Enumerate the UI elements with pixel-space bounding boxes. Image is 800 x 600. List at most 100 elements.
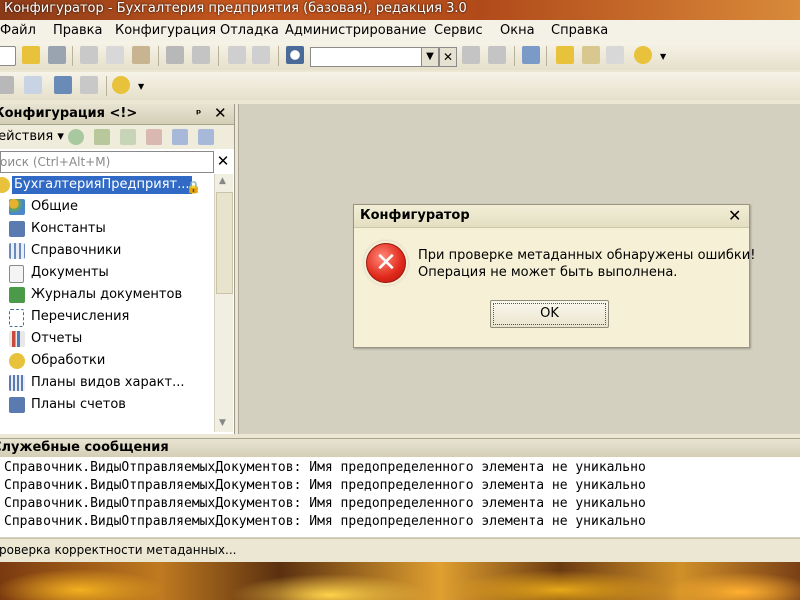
tree-item-enums[interactable]: Перечисления xyxy=(0,306,212,328)
dialog-message-line-1: При проверке метаданных обнаружены ошибк… xyxy=(418,248,756,263)
tree-item-label: Константы xyxy=(31,221,106,236)
menu-bar: Файл Правка Конфигурация Отладка Админис… xyxy=(0,20,800,42)
message-line[interactable]: Справочник.ВидыОтправляемыхДокументов: И… xyxy=(4,459,646,477)
lock-icon: 🔒 xyxy=(186,180,201,194)
dialog-title: Конфигуратор xyxy=(360,208,470,223)
search-dropdown-icon[interactable]: ▼ xyxy=(421,47,439,67)
help-search-icon[interactable] xyxy=(582,46,600,64)
menu-administration[interactable]: Администрирование xyxy=(285,23,426,38)
search-clear-icon[interactable]: ✕ xyxy=(439,47,457,67)
tree-item-label: Планы счетов xyxy=(31,397,126,412)
copy-item-icon[interactable] xyxy=(120,129,136,145)
messages-panel-header: Служебные сообщения xyxy=(0,439,800,457)
debug-dropdown-icon[interactable]: ▼ xyxy=(138,82,144,91)
tree-item-label: Общие xyxy=(31,199,78,214)
tree-root-label: БухгалтерияПредприят... xyxy=(12,176,192,194)
find-prev-icon[interactable] xyxy=(488,46,506,64)
message-line[interactable]: Справочник.ВидыОтправляемыхДокументов: И… xyxy=(4,495,646,513)
tree-scroll-thumb[interactable] xyxy=(216,192,233,294)
toolbar-overflow-icon[interactable]: ▼ xyxy=(660,52,666,61)
preview-icon[interactable] xyxy=(192,46,210,64)
constants-icon xyxy=(9,221,25,237)
config-repository-icon[interactable] xyxy=(24,76,42,94)
search-input[interactable] xyxy=(310,47,422,67)
tree-item-label: Перечисления xyxy=(31,309,130,324)
journals-icon xyxy=(9,287,25,303)
close-icon[interactable]: ✕ xyxy=(214,103,227,123)
menu-file[interactable]: Файл xyxy=(0,23,36,38)
main-toolbar: ▼ ✕ ▼ xyxy=(0,42,800,70)
menu-configuration[interactable]: Конфигурация xyxy=(115,23,216,38)
tree-item-journals[interactable]: Журналы документов xyxy=(0,284,212,306)
tree-item-documents[interactable]: Документы xyxy=(0,262,212,284)
paste-icon[interactable] xyxy=(132,46,150,64)
scroll-up-icon[interactable]: ▲ xyxy=(219,176,226,186)
menu-windows[interactable]: Окна xyxy=(500,23,535,38)
pin-icon[interactable]: ᵖ xyxy=(196,104,201,124)
tree-item-label: Отчеты xyxy=(31,331,83,346)
error-x-icon: ✕ xyxy=(366,243,406,283)
edit-icon[interactable] xyxy=(94,129,110,145)
error-dialog: Конфигуратор ✕ ✕ При проверке метаданных… xyxy=(353,204,755,348)
save-icon[interactable] xyxy=(48,46,66,64)
tree-item-constants[interactable]: Константы xyxy=(0,218,212,240)
menu-service[interactable]: Сервис xyxy=(434,23,483,38)
secondary-toolbar: ▼ xyxy=(0,72,800,100)
tree-item-reports[interactable]: Отчеты xyxy=(0,328,212,350)
copy-icon[interactable] xyxy=(106,46,124,64)
status-bar: Проверка корректности метаданных... xyxy=(0,538,800,561)
configuration-search-clear-icon[interactable]: ✕ xyxy=(214,151,232,171)
find-next-icon[interactable] xyxy=(462,46,480,64)
open-folder-icon[interactable] xyxy=(22,46,40,64)
tree-item-processors[interactable]: Обработки xyxy=(0,350,212,372)
configuration-tree: БухгалтерияПредприят... 🔒 Общие Констант… xyxy=(0,174,212,432)
find-icon[interactable] xyxy=(286,46,304,64)
print-icon[interactable] xyxy=(166,46,184,64)
tree-item-characteristics[interactable]: Планы видов характ... xyxy=(0,372,212,394)
scroll-down-icon[interactable]: ▼ xyxy=(219,418,226,428)
tree-root[interactable]: БухгалтерияПредприят... 🔒 xyxy=(0,174,212,196)
delete-icon[interactable] xyxy=(146,129,162,145)
dialog-title-bar[interactable]: Конфигуратор ✕ xyxy=(354,205,749,228)
start-debug-icon[interactable] xyxy=(112,76,130,94)
catalogs-icon xyxy=(9,243,25,259)
undo-icon[interactable] xyxy=(228,46,246,64)
enums-icon xyxy=(9,309,24,327)
processors-icon xyxy=(9,353,25,369)
new-icon[interactable] xyxy=(0,46,16,66)
redo-icon[interactable] xyxy=(252,46,270,64)
status-text: Проверка корректности метаданных... xyxy=(0,543,237,557)
menu-edit[interactable]: Правка xyxy=(53,23,102,38)
tree-item-catalogs[interactable]: Справочники xyxy=(0,240,212,262)
ok-button[interactable]: OK xyxy=(490,300,609,328)
syntax-helper-icon[interactable] xyxy=(606,46,624,64)
tree-item-label: Планы видов характ... xyxy=(31,375,185,390)
cut-icon[interactable] xyxy=(80,46,98,64)
add-icon[interactable] xyxy=(68,129,84,145)
dialog-close-icon[interactable]: ✕ xyxy=(728,205,741,227)
table-icon[interactable] xyxy=(80,76,98,94)
window-title-bar[interactable]: Конфигуратор - Бухгалтерия предприятия (… xyxy=(0,0,800,20)
tree-item-label: Журналы документов xyxy=(31,287,183,302)
dialog-message-line-2: Операция не может быть выполнена. xyxy=(418,265,678,280)
configuration-search-placeholder: Поиск (Ctrl+Alt+M) xyxy=(0,155,111,169)
menu-help[interactable]: Справка xyxy=(551,23,608,38)
actions-menu[interactable]: Действия ▾ xyxy=(0,129,64,144)
message-line[interactable]: Справочник.ВидыОтправляемыхДокументов: И… xyxy=(4,513,646,531)
configuration-actions-bar: Действия ▾ xyxy=(0,125,234,149)
tree-vertical-scrollbar[interactable]: ▲ ▼ xyxy=(214,174,233,432)
move-down-icon[interactable] xyxy=(198,129,214,145)
characteristics-icon xyxy=(9,375,25,391)
windows-icon[interactable] xyxy=(522,46,540,64)
common-icon xyxy=(9,199,25,215)
database-icon[interactable] xyxy=(54,76,72,94)
info-icon[interactable] xyxy=(634,46,652,64)
menu-debug[interactable]: Отладка xyxy=(220,23,279,38)
assistant-icon[interactable] xyxy=(556,46,574,64)
message-line[interactable]: Справочник.ВидыОтправляемыхДокументов: И… xyxy=(4,477,646,495)
move-up-icon[interactable] xyxy=(172,129,188,145)
tree-item-accounts[interactable]: Планы счетов xyxy=(0,394,212,416)
tree-item-common[interactable]: Общие xyxy=(0,196,212,218)
configuration-search-input[interactable]: Поиск (Ctrl+Alt+M) xyxy=(0,151,214,173)
compare-icon[interactable] xyxy=(0,76,14,94)
